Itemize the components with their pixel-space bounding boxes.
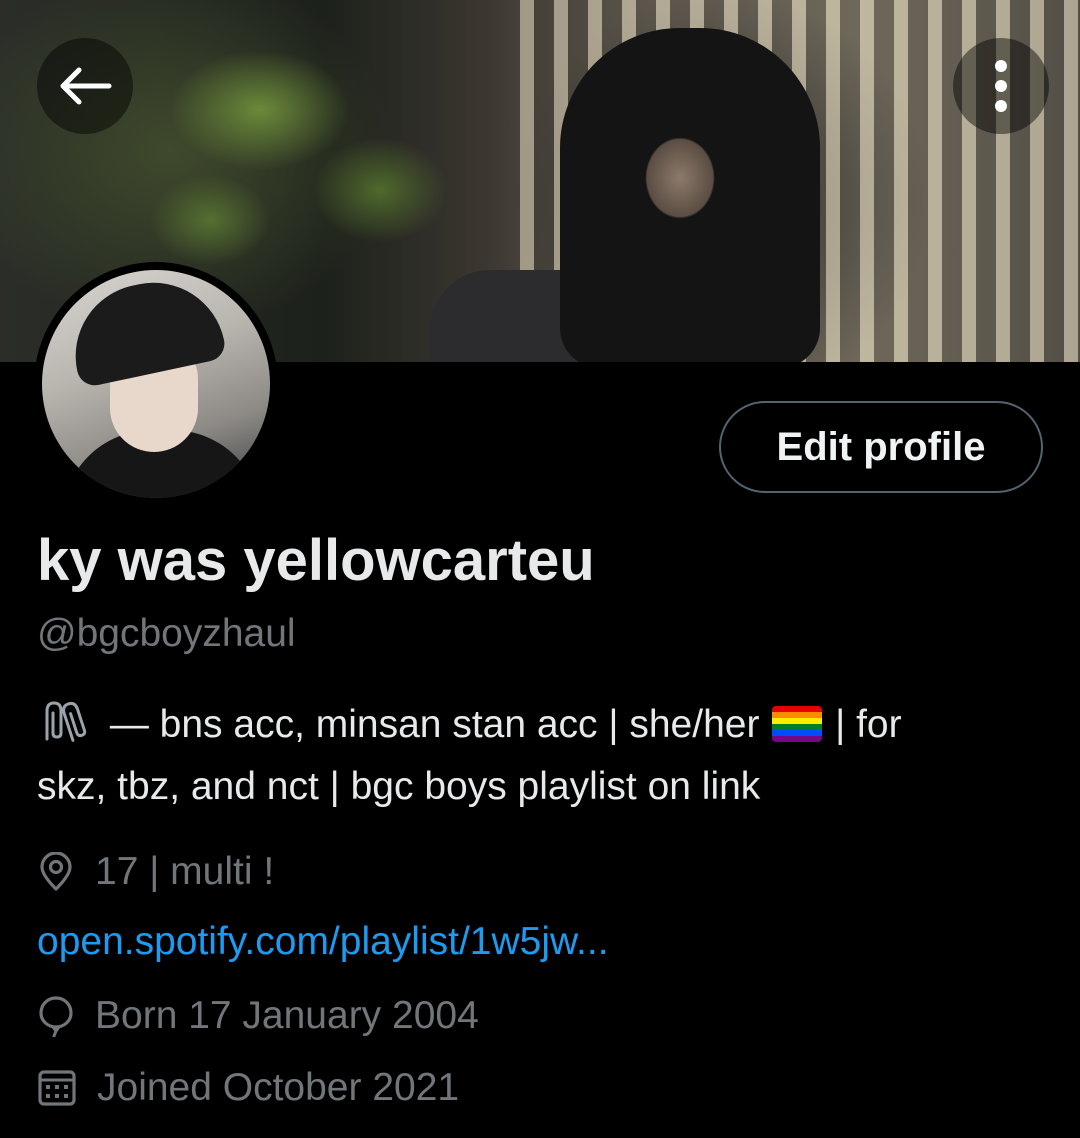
location-row: 17 | multi ! [37, 850, 274, 894]
display-name: ky was yellowcarteu [37, 528, 595, 593]
username-handle: @bgcboyzhaul [37, 612, 296, 655]
location-pin-icon [40, 852, 72, 891]
calendar-icon [38, 1070, 76, 1106]
balloon-icon [39, 996, 73, 1037]
bio-line2-text: skz, tbz, and nct | bgc boys playlist on… [37, 765, 761, 808]
location-text: 17 | multi ! [95, 850, 275, 893]
paperclip-emoji-icon [45, 701, 87, 742]
joined-row: Joined October 2021 [37, 1066, 459, 1110]
avatar[interactable] [34, 262, 278, 506]
rainbow-flag-icon [772, 706, 823, 742]
arrow-left-icon [60, 67, 112, 105]
avatar-photo [42, 270, 270, 498]
banner-figure [560, 28, 820, 362]
avatar-cap [62, 270, 228, 389]
bio-line1-text: — bns acc, minsan stan acc | she/her [109, 703, 760, 746]
banner-plants [150, 20, 480, 280]
joined-text: Joined October 2021 [97, 1066, 460, 1109]
website-link[interactable]: open.spotify.com/playlist/1w5jw... [37, 920, 609, 964]
bio: — bns acc, minsan stan acc | she/her | f… [37, 694, 1047, 818]
more-vertical-icon [995, 60, 1007, 112]
more-options-button[interactable] [953, 38, 1049, 134]
birthday-text: Born 17 January 2004 [95, 994, 479, 1037]
birthday-row: Born 17 January 2004 [37, 994, 479, 1038]
bio-line1-suffix: | for [835, 703, 902, 746]
edit-profile-button[interactable]: Edit profile [719, 401, 1043, 493]
back-button[interactable] [37, 38, 133, 134]
